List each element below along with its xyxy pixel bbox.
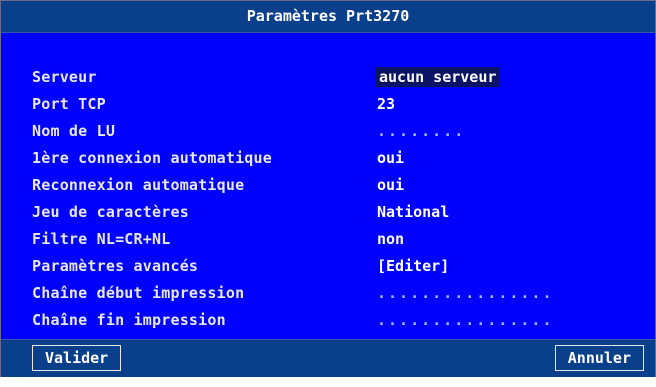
first-connection-label: 1ère connexion automatique — [32, 149, 272, 167]
port-tcp-value[interactable]: 23 — [377, 94, 395, 114]
field-row-advanced[interactable]: Paramètres avancés [Editer] — [1, 256, 655, 276]
first-connection-value[interactable]: oui — [377, 148, 404, 168]
field-row-print-start[interactable]: Chaîne début impression ................ — [1, 283, 655, 303]
field-row-nom-lu[interactable]: Nom de LU ........ — [1, 121, 655, 141]
advanced-label: Paramètres avancés — [32, 257, 199, 275]
print-end-label: Chaîne fin impression — [32, 311, 226, 329]
terminal-screen: Paramètres Prt3270 Serveur aucun serveur… — [0, 0, 656, 387]
validate-button[interactable]: Valider — [32, 345, 122, 371]
field-row-charset[interactable]: Jeu de caractères National — [1, 202, 655, 222]
reconnection-label: Reconnexion automatique — [32, 176, 245, 194]
button-bar: Valider Annuler — [1, 339, 655, 377]
screen-margin — [0, 377, 656, 387]
dialog-title: Paramètres Prt3270 — [1, 1, 655, 33]
field-row-first-connection[interactable]: 1ère connexion automatique oui — [1, 148, 655, 168]
cancel-button[interactable]: Annuler — [554, 345, 644, 371]
charset-label: Jeu de caractères — [32, 203, 189, 221]
nl-filter-value[interactable]: non — [377, 229, 404, 249]
serveur-label: Serveur — [32, 68, 97, 86]
advanced-edit-button[interactable]: [Editer] — [377, 256, 449, 276]
print-start-label: Chaîne début impression — [32, 284, 245, 302]
field-row-serveur[interactable]: Serveur aucun serveur — [1, 67, 655, 87]
nl-filter-label: Filtre NL=CR+NL — [32, 230, 171, 248]
field-row-nl-filter[interactable]: Filtre NL=CR+NL non — [1, 229, 655, 249]
port-tcp-label: Port TCP — [32, 95, 106, 113]
field-row-port-tcp[interactable]: Port TCP 23 — [1, 94, 655, 114]
nom-lu-label: Nom de LU — [32, 122, 116, 140]
settings-dialog: Paramètres Prt3270 Serveur aucun serveur… — [0, 0, 656, 377]
field-row-reconnection[interactable]: Reconnexion automatique oui — [1, 175, 655, 195]
serveur-value[interactable]: aucun serveur — [375, 67, 501, 87]
field-row-print-end[interactable]: Chaîne fin impression ................ — [1, 310, 655, 330]
nom-lu-value[interactable]: ........ — [377, 121, 465, 141]
print-end-value[interactable]: ................ — [377, 310, 554, 330]
charset-value[interactable]: National — [377, 202, 449, 222]
print-start-value[interactable]: ................ — [377, 283, 554, 303]
settings-form: Serveur aucun serveur Port TCP 23 Nom de… — [1, 33, 655, 334]
reconnection-value[interactable]: oui — [377, 175, 404, 195]
